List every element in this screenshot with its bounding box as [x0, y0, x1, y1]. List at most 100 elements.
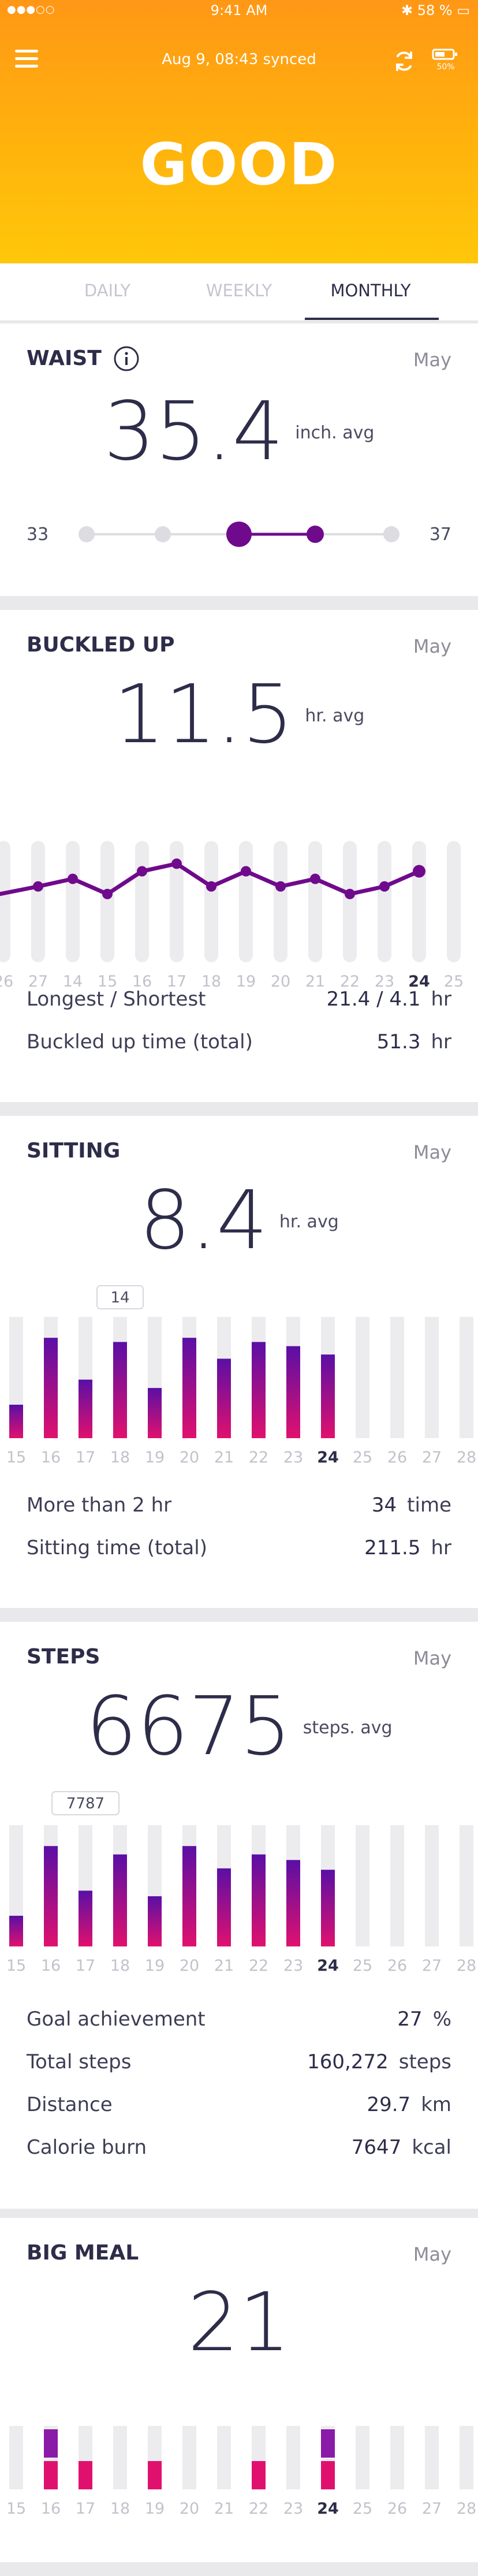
stat-label: Longest / Shortest [27, 988, 206, 1011]
device-battery-percent: 50% [436, 62, 455, 72]
stat-label: Buckled up time (total) [27, 1030, 253, 1054]
day-track [286, 2426, 300, 2489]
buckled-point [241, 866, 251, 877]
day-label: 24 [317, 1449, 339, 1466]
day-label: 16 [41, 1449, 61, 1466]
data-bar [44, 1338, 58, 1438]
stat-unit: time [407, 1494, 451, 1517]
buckled-value-row: 11.5 hr. avg [0, 668, 478, 762]
sync-icon[interactable] [390, 47, 418, 75]
stat-unit: hr [431, 1030, 451, 1054]
info-icon[interactable] [113, 345, 140, 372]
stat-unit: hr [431, 988, 451, 1011]
day-label: 25 [353, 2500, 372, 2518]
waist-average: 35.4 [103, 385, 284, 479]
period-tabs: DAILY WEEKLY MONTHLY [0, 263, 478, 321]
stat-value: 7647 [351, 2136, 402, 2159]
device-battery-icon[interactable]: 50% [431, 47, 461, 75]
stat-value: 211.5 [364, 1536, 421, 1559]
day-label: 20 [180, 1449, 199, 1466]
day-track [390, 2426, 404, 2489]
tab-monthly[interactable]: MONTHLY [301, 281, 440, 300]
tab-daily[interactable]: DAILY [38, 281, 177, 300]
bigmeal-bar-chart: 15 16 17 18 19 20 21 22 23 24 25 26 27 28 [6, 2426, 476, 2518]
day-label: 23 [283, 2500, 303, 2518]
day-label: 23 [283, 1449, 303, 1466]
day-label: 24 [317, 1957, 339, 1975]
meal-bar-segment [79, 2461, 92, 2489]
day-label: 21 [214, 1449, 234, 1466]
data-bar [79, 1379, 92, 1438]
buckled-point [206, 881, 216, 892]
day-label: 18 [110, 1957, 130, 1975]
steps-unit: steps. avg [303, 1718, 393, 1738]
stat-value: 21.4 / 4.1 [326, 988, 421, 1011]
sitting-total-row: Sitting time (total) 211.5 hr [27, 1536, 451, 1563]
day-label: 22 [249, 2500, 268, 2518]
waist-card: WAIST May 35.4 inch. avg 33 37 [0, 323, 478, 596]
data-bar [252, 1342, 266, 1438]
day-label: 19 [145, 1449, 165, 1466]
buckled-longest-shortest-row: Longest / Shortest 21.4 / 4.1 hr [27, 988, 451, 1014]
tab-weekly[interactable]: WEEKLY [170, 281, 308, 300]
data-bar [79, 1890, 92, 1946]
day-label: 15 [6, 1957, 26, 1975]
day-label: 16 [41, 2500, 61, 2518]
day-label: 17 [76, 1957, 95, 1975]
meal-bar-segment [321, 2429, 335, 2458]
buckled-point [275, 881, 286, 892]
tooltip-value: 14 [110, 1289, 129, 1306]
sitting-more-than-row: More than 2 hr 34 time [27, 1494, 451, 1520]
day-track [378, 841, 391, 962]
stat-label: Calorie burn [27, 2136, 147, 2159]
waist-range-slider [79, 522, 399, 547]
day-track [390, 1825, 404, 1946]
card-title: WAIST [27, 347, 102, 370]
day-label: 28 [457, 1957, 476, 1975]
active-tab-indicator [305, 318, 439, 320]
meal-bar-segment [252, 2461, 266, 2489]
day-label: 15 [6, 2500, 26, 2518]
waist-range-start-handle [226, 522, 252, 547]
day-track [460, 1825, 473, 1946]
data-bar [44, 1846, 58, 1946]
buckled-point [102, 888, 113, 899]
day-label: 16 [41, 1957, 61, 1975]
day-track [447, 841, 461, 962]
day-label: 15 [6, 1449, 26, 1466]
day-label: 28 [457, 2500, 476, 2518]
day-track [412, 841, 426, 962]
day-label: 19 [145, 1957, 165, 1975]
data-bar [217, 1358, 231, 1438]
stat-unit: % [432, 2008, 451, 2031]
buckled-point [379, 881, 390, 892]
card-month: May [413, 2243, 451, 2265]
data-bar [113, 1342, 127, 1438]
waist-range-end-handle [307, 526, 324, 543]
day-track [9, 2426, 23, 2489]
day-label: 22 [249, 1449, 268, 1466]
day-track [274, 841, 287, 962]
day-track [182, 2426, 196, 2489]
stat-unit: steps [398, 2050, 451, 2074]
day-label: 18 [110, 1449, 130, 1466]
buckled-point [345, 888, 355, 899]
data-bar [252, 1854, 266, 1946]
steps-value-row: 6675 steps. avg [0, 1680, 478, 1774]
card-title: STEPS [27, 1645, 100, 1669]
data-bar [9, 1915, 23, 1946]
meal-bar-segment [44, 2429, 58, 2458]
day-track [66, 841, 80, 962]
stat-label: Sitting time (total) [27, 1536, 207, 1559]
data-bar [182, 1846, 196, 1946]
steps-average: 6675 [85, 1680, 292, 1774]
steps-total-row: Total steps 160,272 steps [27, 2050, 451, 2077]
stat-unit: km [421, 2093, 451, 2116]
day-label: 23 [283, 1957, 303, 1975]
data-bar [9, 1405, 23, 1438]
bigmeal-card: BIG MEAL May 21 15 16 17 18 19 20 21 22 23 24 25 26… [0, 2218, 478, 2562]
day-label: 25 [353, 1957, 372, 1975]
buckled-line-chart: 262714151617181920212223242526 [0, 841, 464, 991]
waist-tick-33 [79, 526, 95, 542]
sitting-card: SITTING May 8.4 hr. avg 15 16 17 18 19 20 21 22 2… [0, 1116, 478, 1608]
